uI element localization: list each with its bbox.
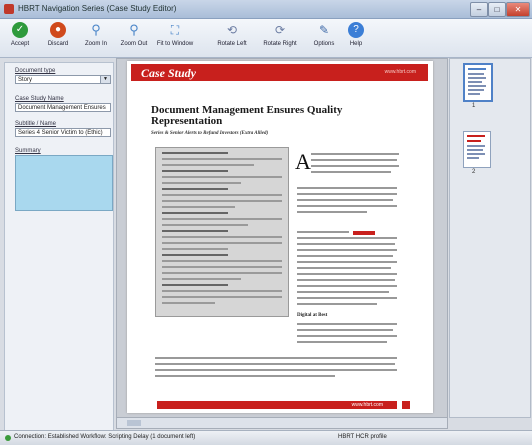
rotate-left-label: Rotate Left [217,41,247,47]
document-page: Case Study www.hbrt.com Document Managem… [127,61,433,413]
summary-textarea[interactable] [15,155,113,211]
rotate-right-label: Rotate Right [263,41,297,47]
document-type-label: Document type [15,68,56,74]
close-button[interactable]: ✕ [506,2,530,17]
fit-to-window-label: Fit to Window [156,41,194,47]
summary-label: Summary [15,148,41,154]
section-heading: Digital at Best [297,313,328,318]
app-icon [4,4,14,14]
accept-button[interactable]: ✓ Accept [2,21,38,55]
zoom-out-label: Zoom Out [120,41,148,47]
thumbnail-panel: 1 2 [449,58,531,418]
document-type-select[interactable]: Story ▼ [15,75,111,84]
banner-tag: www.hbrt.com [384,69,416,75]
sidebar-info-box [155,147,289,317]
help-icon: ? [348,22,364,38]
title-bar: HBRT Navigation Series (Case Study Edito… [0,0,532,19]
banner-title: Case Study [141,66,197,80]
options-icon: ✎ [318,23,330,37]
scrollbar-thumb[interactable] [127,420,141,426]
toolbar: ✓ Accept ● Discard ⚲ Zoom In ⚲ Zoom Out … [0,19,532,58]
zoom-in-button[interactable]: ⚲ Zoom In [78,21,114,55]
footer-bar: www.hbrt.com [157,401,397,409]
options-button[interactable]: ✎ Options [306,21,342,55]
options-label: Options [313,41,335,47]
footer-square [402,401,410,409]
case-study-banner: Case Study www.hbrt.com [131,64,428,81]
document-subtitle: Series & Senior Alerts to Refund Investo… [151,131,269,136]
discard-icon: ● [50,22,66,38]
chevron-down-icon: ▼ [100,76,110,83]
zoom-in-icon: ⚲ [91,22,101,37]
fit-to-window-button[interactable]: ⛶ Fit to Window [154,21,196,55]
status-profile: HBRT HCR profile [338,434,387,440]
metadata-sidebar: Document type Story ▼ Case Study Name Do… [4,62,114,432]
accept-icon: ✓ [12,22,28,38]
discard-button[interactable]: ● Discard [40,21,76,55]
minimize-button[interactable]: – [470,2,488,17]
zoom-in-label: Zoom In [84,41,107,47]
document-title: Document Management Ensures Quality Repr… [151,104,343,127]
case-study-name-label: Case Study Name [15,96,64,102]
rotate-left-icon: ⟲ [226,23,238,37]
document-type-value: Story [18,77,33,83]
drop-cap: A [295,149,311,174]
zoom-out-icon: ⚲ [129,22,139,37]
footer-url: www.hbrt.com [351,402,383,408]
rotate-right-button[interactable]: ⟳ Rotate Right [258,21,302,55]
accept-label: Accept [10,41,30,47]
zoom-out-button[interactable]: ⚲ Zoom Out [116,21,152,55]
rotate-right-icon: ⟳ [274,23,286,37]
subtitle-field[interactable]: Series 4 Senior Victim to (Ethic) [15,128,111,137]
help-label: Help [349,41,363,47]
status-text: Connection: Established Workflow: Script… [14,434,196,440]
help-button[interactable]: ? Help [338,21,374,55]
horizontal-scrollbar[interactable] [116,417,448,429]
rotate-left-button[interactable]: ⟲ Rotate Left [210,21,254,55]
highlight-mark [353,231,375,235]
document-viewer[interactable]: Case Study www.hbrt.com Document Managem… [116,58,448,418]
fit-to-window-icon: ⛶ [170,23,180,37]
status-bar: Connection: Established Workflow: Script… [0,430,532,445]
maximize-button[interactable]: □ [488,2,506,17]
window-title: HBRT Navigation Series (Case Study Edito… [18,4,177,13]
connection-status-icon [5,435,11,441]
page-thumbnail-1[interactable] [463,63,493,102]
page-thumbnail-2-number: 2 [472,169,476,175]
discard-label: Discard [47,41,69,47]
page-thumbnail-2[interactable] [463,131,491,168]
subtitle-label: Subtitle / Name [15,121,57,127]
page-thumbnail-1-number: 1 [472,103,476,109]
case-study-name-field[interactable]: Document Management Ensures [15,103,111,112]
